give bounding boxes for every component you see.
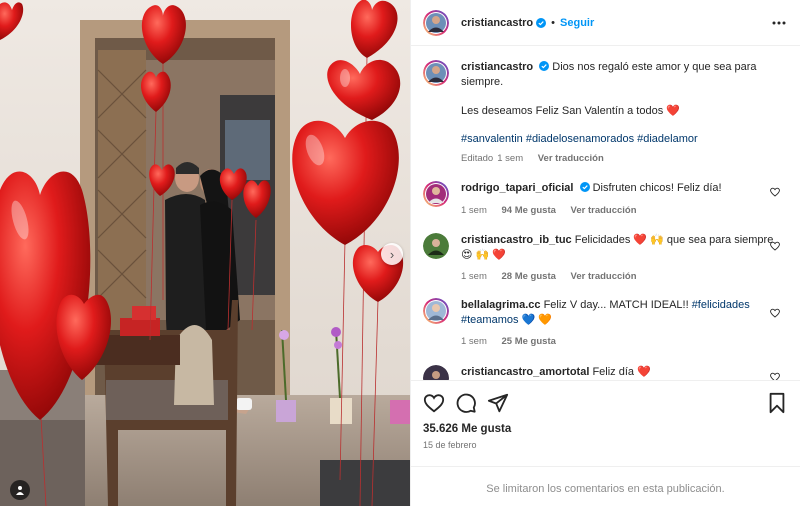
comment-text: Feliz V day... MATCH IDEAL!! xyxy=(543,299,692,311)
comment-likes[interactable]: 94 Me gusta xyxy=(502,205,556,216)
post-sidebar: cristiancastro • Seguir cristiancastro D… xyxy=(410,0,800,506)
share-icon[interactable] xyxy=(487,392,509,414)
comment-like-heart-icon[interactable] xyxy=(770,241,780,251)
comment-translate-button[interactable]: Ver traducción xyxy=(571,271,637,282)
post-actions: 35.626 Me gusta 15 de febrero xyxy=(411,380,800,450)
author-avatar[interactable] xyxy=(423,9,449,36)
bookmark-icon[interactable] xyxy=(766,392,788,414)
comment-time: 1 sem xyxy=(461,336,487,347)
comment-text: Disfruten chicos! Feliz día! xyxy=(592,182,722,194)
comment-text-emojis: 💙 🧡 xyxy=(521,314,552,326)
comment-like-heart-icon[interactable] xyxy=(770,372,780,380)
comments-restricted-notice: Se limitaron los comentarios en esta pub… xyxy=(411,466,800,506)
comment-like-heart-icon[interactable] xyxy=(770,187,780,197)
comment-item: cristiancastro_ib_tuc Felicidades ❤️ 🙌 q… xyxy=(423,233,788,284)
comment-translate-button[interactable]: Ver traducción xyxy=(571,205,637,216)
user-tag-icon xyxy=(16,486,24,495)
more-options-button[interactable] xyxy=(770,14,788,32)
comments-list[interactable]: cristiancastro Dios nos regaló este amor… xyxy=(411,47,800,380)
comment-avatar[interactable] xyxy=(423,181,449,207)
next-image-button[interactable]: › xyxy=(381,243,403,265)
likes-count[interactable]: 35.626 Me gusta xyxy=(423,423,788,435)
heart-emoji: ❤️ xyxy=(666,105,680,117)
post-date: 15 de febrero xyxy=(423,440,477,450)
post-photo[interactable]: › xyxy=(0,0,410,506)
caption-time: 1 sem xyxy=(497,153,524,164)
edited-label: Editado xyxy=(461,153,494,164)
author-username[interactable]: cristiancastro xyxy=(461,17,533,29)
caption-username[interactable]: cristiancastro xyxy=(461,61,533,73)
comment-username[interactable]: rodrigo_tapari_oficial xyxy=(461,182,573,194)
comment-icon[interactable] xyxy=(455,392,477,414)
heart-icon[interactable] xyxy=(423,392,445,414)
comment-username[interactable]: bellalagrima.cc xyxy=(461,299,541,311)
caption-text-line2: Les deseamos Feliz San Valentín a todos xyxy=(461,105,664,117)
post-header: cristiancastro • Seguir xyxy=(411,0,800,46)
comment-time: 1 sem xyxy=(461,271,487,282)
chevron-right-icon: › xyxy=(389,246,395,262)
more-horizontal-icon xyxy=(772,21,786,24)
comment-text-emojis: 😍 🙌 ❤️ xyxy=(461,249,506,261)
comment-item: bellalagrima.cc Feliz V day... MATCH IDE… xyxy=(423,298,788,349)
comment-avatar[interactable] xyxy=(423,365,449,380)
comment-avatar[interactable] xyxy=(423,298,449,324)
comment-username[interactable]: cristiancastro_amortotal xyxy=(461,366,589,378)
caption-avatar[interactable] xyxy=(423,60,449,86)
comment-time: 1 sem xyxy=(461,205,487,216)
follow-button[interactable]: Seguir xyxy=(560,17,594,29)
comment-like-heart-icon[interactable] xyxy=(770,308,780,318)
valentine-photo-scene xyxy=(0,0,410,506)
separator-dot: • xyxy=(551,16,556,29)
comment-hashtag[interactable]: #teamamos xyxy=(461,314,518,326)
verified-badge-icon xyxy=(539,61,550,71)
verified-badge-icon xyxy=(579,182,590,192)
comment-item: rodrigo_tapari_oficial Disfruten chicos!… xyxy=(423,181,788,218)
comment-item: cristiancastro_amortotal Feliz día ❤️ xyxy=(423,365,788,380)
verified-badge-icon xyxy=(536,17,547,28)
caption-translate-button[interactable]: Ver traducción xyxy=(538,153,604,164)
caption-hashtags[interactable]: #sanvalentin #diadelosenamorados #diadel… xyxy=(461,132,788,147)
comment-likes[interactable]: 25 Me gusta xyxy=(502,336,556,347)
comment-text: Felicidades ❤️ 🙌 que sea para siempre xyxy=(574,234,774,246)
caption: cristiancastro Dios nos regaló este amor… xyxy=(423,60,788,166)
comment-avatar[interactable] xyxy=(423,233,449,259)
comment-username[interactable]: cristiancastro_ib_tuc xyxy=(461,234,572,246)
tagged-users-button[interactable] xyxy=(10,480,30,500)
comment-likes[interactable]: 28 Me gusta xyxy=(502,271,556,282)
comment-hashtag[interactable]: #felicidades xyxy=(692,299,750,311)
comment-text: Feliz día ❤️ xyxy=(592,366,651,378)
